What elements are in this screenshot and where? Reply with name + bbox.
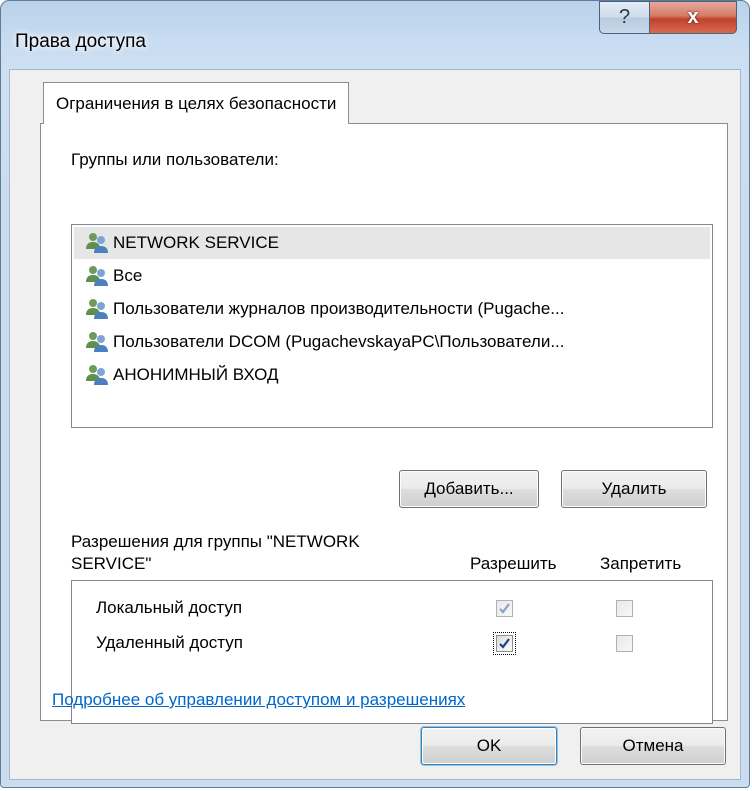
users-icon: [86, 365, 108, 385]
groups-listbox[interactable]: NETWORK SERVICE Все Пользователи журнало…: [71, 224, 713, 428]
list-item[interactable]: АНОНИМНЫЙ ВХОД: [74, 359, 710, 391]
dialog-window: Права доступа ? x Ограничения в целях бе…: [0, 0, 750, 788]
dialog-client-area: Ограничения в целях безопасности Группы …: [9, 69, 741, 780]
groups-label: Группы или пользователи:: [71, 150, 279, 169]
deny-column-header: Запретить: [600, 554, 682, 573]
list-item-label: Все: [113, 266, 143, 285]
list-item[interactable]: Пользователи журналов производительности…: [74, 293, 710, 325]
tab-security-limits[interactable]: Ограничения в целях безопасности: [43, 82, 350, 124]
window-title: Права доступа: [15, 31, 146, 52]
deny-local-checkbox[interactable]: [616, 600, 633, 617]
help-link[interactable]: Подробнее об управлении доступом и разре…: [52, 690, 465, 710]
list-item-label: Пользователи журналов производительности…: [113, 299, 565, 318]
list-item[interactable]: Все: [74, 260, 710, 292]
allow-local-checkbox[interactable]: [496, 600, 513, 617]
permissions-label-line1: Разрешения для группы "NETWORK: [71, 532, 360, 551]
list-item[interactable]: Пользователи DCOM (PugachevskayaPC\Польз…: [74, 326, 710, 358]
ok-button[interactable]: OK: [421, 727, 557, 765]
allow-remote-checkbox[interactable]: [496, 635, 513, 652]
users-icon: [86, 299, 108, 319]
users-icon: [86, 233, 108, 253]
cancel-button[interactable]: Отмена: [580, 727, 726, 765]
help-icon: ?: [618, 6, 631, 28]
list-item[interactable]: NETWORK SERVICE: [74, 227, 710, 259]
add-button[interactable]: Добавить...: [399, 470, 539, 508]
check-icon: [499, 638, 510, 649]
close-button[interactable]: x: [649, 1, 737, 34]
users-icon: [86, 266, 108, 286]
check-icon: [499, 603, 510, 614]
permission-row-label: Удаленный доступ: [96, 633, 243, 652]
list-item-label: Пользователи DCOM (PugachevskayaPC\Польз…: [113, 332, 565, 351]
close-icon: x: [687, 6, 699, 28]
help-button[interactable]: ?: [599, 1, 650, 34]
permissions-label-line2: SERVICE": [71, 554, 152, 573]
list-item-label: NETWORK SERVICE: [113, 233, 279, 252]
list-item-label: АНОНИМНЫЙ ВХОД: [113, 365, 279, 384]
tab-panel: Группы или пользователи: NETWORK SERVICE…: [40, 123, 728, 724]
permission-row-label: Локальный доступ: [96, 598, 243, 617]
allow-column-header: Разрешить: [470, 554, 557, 573]
users-icon: [86, 332, 108, 352]
remove-button[interactable]: Удалить: [561, 470, 707, 508]
deny-remote-checkbox[interactable]: [616, 635, 633, 652]
